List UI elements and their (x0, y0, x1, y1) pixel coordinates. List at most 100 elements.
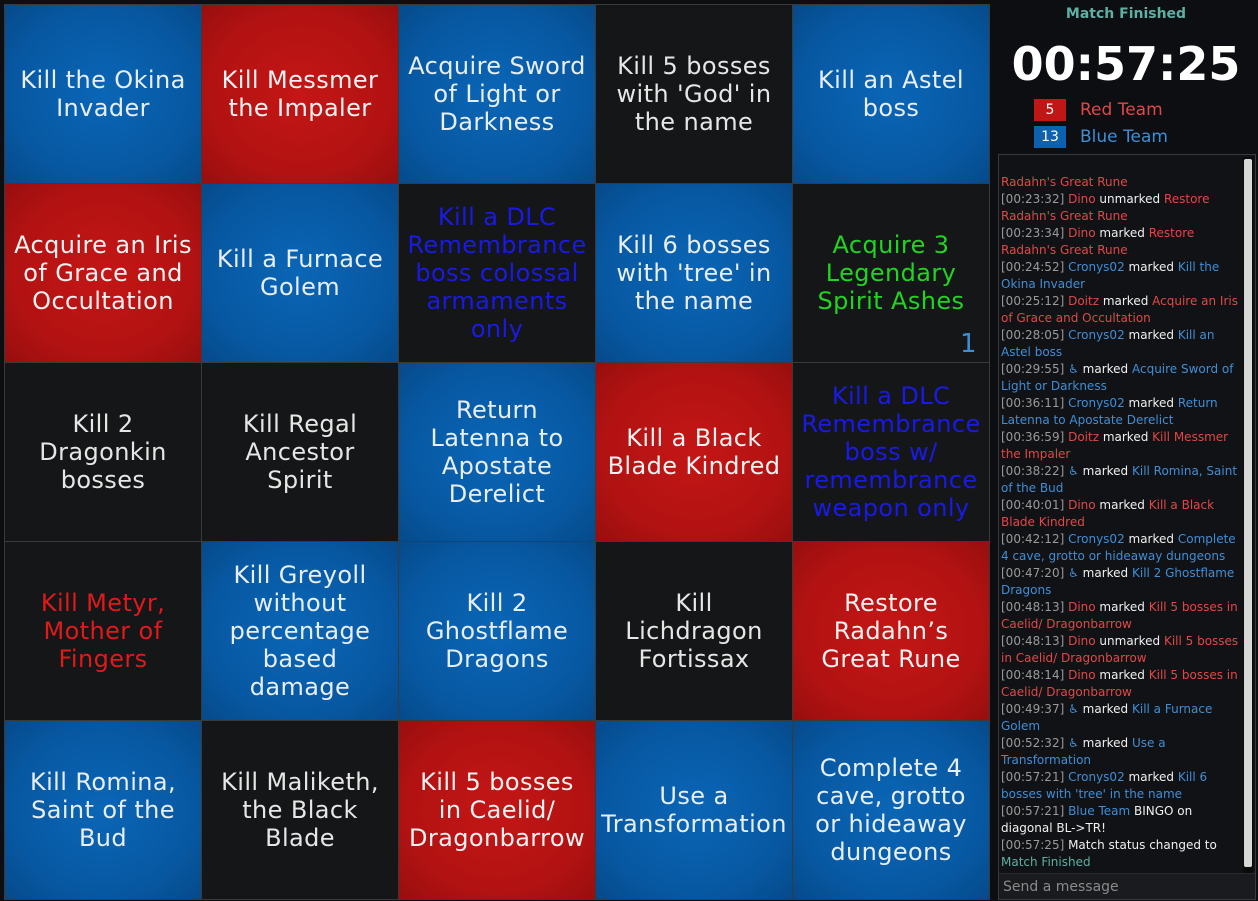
chat-scroll-thumb[interactable] (1244, 159, 1252, 867)
chat-text: unmarked (1095, 192, 1164, 206)
bingo-cell[interactable]: Acquire 3 Legendary Spirit Ashes 1 (793, 184, 989, 362)
chat-scrollbar[interactable] (1243, 157, 1253, 873)
chat-text: ♿ (1068, 464, 1079, 478)
bingo-cell[interactable]: Kill 2 Dragonkin bosses (5, 363, 201, 541)
bingo-cell-label: Kill a DLC Remembrance boss w/ remembran… (801, 382, 981, 522)
chat-timestamp: [00:49:37] (1001, 702, 1069, 716)
bingo-cell-label: Acquire Sword of Light or Darkness (408, 52, 586, 136)
bingo-cell[interactable]: Complete 4 cave, grotto or hideaway dung… (793, 721, 989, 899)
chat-text: marked (1124, 328, 1178, 342)
chat-entry: [00:38:22] ♿ marked Kill Romina, Saint o… (1001, 463, 1241, 497)
chat-text: Dino (1068, 634, 1096, 648)
bingo-cell[interactable]: Kill the Okina Invader (5, 5, 201, 183)
bingo-cell-counter: 1 (960, 329, 977, 359)
chat-entry: [00:36:11] Cronys02 marked Return Latenn… (1001, 395, 1241, 429)
team-blue[interactable]: 13 Blue Team (1034, 126, 1168, 148)
bingo-cell[interactable]: Acquire an Iris of Grace and Occultation (5, 184, 201, 362)
chat-entry: [00:52:32] ♿ marked Use a Transformation (1001, 735, 1241, 769)
chat-timestamp: [00:24:52] (1001, 260, 1069, 274)
chat-entry: Radahn's Great Rune (1001, 174, 1241, 191)
bingo-board: Kill the Okina Invader Kill Messmer the I… (4, 4, 990, 900)
chat-entry: [00:42:12] Cronys02 marked Complete 4 ca… (1001, 531, 1241, 565)
bingo-cell-label: Kill Metyr, Mother of Fingers (40, 589, 166, 673)
bingo-cell[interactable]: Kill Regal Ancestor Spirit (202, 363, 398, 541)
chat-text: marked (1095, 668, 1149, 682)
chat-text: marked (1078, 702, 1132, 716)
bingo-cell-label: Kill Romina, Saint of the Bud (29, 768, 177, 852)
match-timer: 00:57:25 (1011, 37, 1241, 91)
bingo-cell-label: Kill a DLC Remembrance boss colossal arm… (407, 203, 587, 343)
chat-entry: [00:23:34] Dino marked Restore Radahn's … (1001, 225, 1241, 259)
chat-text: unmarked (1095, 634, 1164, 648)
bingo-cell[interactable]: Kill an Astel boss (793, 5, 989, 183)
bingo-cell-label: Kill Maliketh, the Black Blade (221, 768, 379, 852)
chat-text: Cronys02 (1068, 532, 1125, 546)
chat-entry: [00:57:21] Cronys02 marked Kill 6 bosses… (1001, 769, 1241, 803)
bingo-cell-label: Complete 4 cave, grotto or hideaway dung… (815, 754, 967, 866)
bingo-cell[interactable]: Kill 2 Ghostflame Dragons (399, 542, 595, 720)
bingo-cell-label: Kill Messmer the Impaler (221, 66, 379, 122)
chat-text: marked (1124, 532, 1178, 546)
bingo-cell[interactable]: Kill Messmer the Impaler (202, 5, 398, 183)
chat-timestamp: [00:36:11] (1001, 396, 1069, 410)
chat-timestamp: [00:29:55] (1001, 362, 1069, 376)
chat-timestamp: [00:25:12] (1001, 294, 1069, 308)
bingo-cell[interactable]: Kill Lichdragon Fortissax (596, 542, 792, 720)
bingo-cell-label: Kill an Astel boss (818, 66, 964, 122)
bingo-cell[interactable]: Acquire Sword of Light or Darkness (399, 5, 595, 183)
bingo-cell[interactable]: Kill 5 bosses with 'God' in the name (596, 5, 792, 183)
chat-entry: [00:29:55] ♿ marked Acquire Sword of Lig… (1001, 361, 1241, 395)
bingo-cell[interactable]: Kill a Furnace Golem (202, 184, 398, 362)
chat-entry: [00:48:13] Dino unmarked Kill 5 bosses i… (1001, 633, 1241, 667)
chat-entry: [00:57:21] Blue Team BINGO on diagonal B… (1001, 803, 1241, 837)
chat-text: Doitz (1068, 294, 1099, 308)
bingo-cell[interactable]: Kill Maliketh, the Black Blade (202, 721, 398, 899)
chat-text: Dino (1068, 498, 1096, 512)
red-team-score: 5 (1034, 99, 1066, 121)
chat-text: marked (1095, 226, 1149, 240)
chat-text: Dino (1068, 600, 1096, 614)
bingo-cell-label: Kill a Furnace Golem (216, 245, 384, 301)
chat-text: ♿ (1068, 736, 1079, 750)
chat-text: Cronys02 (1068, 260, 1125, 274)
chat-timestamp: [00:48:14] (1001, 668, 1069, 682)
bingo-cell[interactable]: Kill Greyoll without percentage based da… (202, 542, 398, 720)
bingo-cell-label: Kill 2 Ghostflame Dragons (425, 589, 569, 673)
bingo-cell[interactable]: Return Latenna to Apostate Derelict (399, 363, 595, 541)
bingo-cell[interactable]: Kill 5 bosses in Caelid/ Dragonbarrow (399, 721, 595, 899)
bingo-cell[interactable]: Use a Transformation (596, 721, 792, 899)
chat-timestamp: [00:42:12] (1001, 532, 1069, 546)
chat-timestamp: [00:57:21] (1001, 770, 1069, 784)
bingo-cell-label: Acquire an Iris of Grace and Occultation (14, 231, 192, 315)
bingo-cell[interactable]: Kill Metyr, Mother of Fingers (5, 542, 201, 720)
chat-text: Cronys02 (1068, 328, 1125, 342)
chat-text: marked (1124, 770, 1178, 784)
chat-text: marked (1124, 260, 1178, 274)
bingo-cell-label: Restore Radahn’s Great Rune (821, 589, 961, 673)
chat-entry: [00:57:25] Match status changed to Match… (1001, 837, 1241, 871)
bingo-cell[interactable]: Restore Radahn’s Great Rune (793, 542, 989, 720)
bingo-cell[interactable]: Kill Romina, Saint of the Bud (5, 721, 201, 899)
bingo-cell[interactable]: Kill a DLC Remembrance boss w/ remembran… (793, 363, 989, 541)
chat-timestamp: [00:57:21] (1001, 804, 1069, 818)
chat-text: marked (1099, 430, 1153, 444)
blue-team-name: Blue Team (1080, 127, 1168, 147)
chat-text: Match Finished (1001, 855, 1091, 869)
chat-text: Doitz (1068, 430, 1099, 444)
chat-entry: [00:25:12] Doitz marked Acquire an Iris … (1001, 293, 1241, 327)
team-red[interactable]: 5 Red Team (1034, 99, 1163, 121)
chat-entry: [00:47:20] ♿ marked Kill 2 Ghostflame Dr… (1001, 565, 1241, 599)
bingo-cell-label: Kill 2 Dragonkin bosses (39, 410, 167, 494)
bingo-cell[interactable]: Kill a Black Blade Kindred (596, 363, 792, 541)
chat-text: marked (1124, 396, 1178, 410)
red-team-name: Red Team (1080, 100, 1163, 120)
bingo-cell[interactable]: Kill 6 bosses with 'tree' in the name (596, 184, 792, 362)
message-input[interactable] (999, 877, 1245, 896)
chat-entry: [00:36:59] Doitz marked Kill Messmer the… (1001, 429, 1241, 463)
message-bar (999, 873, 1255, 899)
chat-entry: [00:40:01] Dino marked Kill a Black Blad… (1001, 497, 1241, 531)
bingo-cell[interactable]: Kill a DLC Remembrance boss colossal arm… (399, 184, 595, 362)
chat-text: marked (1095, 600, 1149, 614)
chat-text: Dino (1068, 668, 1096, 682)
match-status: Match Finished (1065, 6, 1187, 22)
